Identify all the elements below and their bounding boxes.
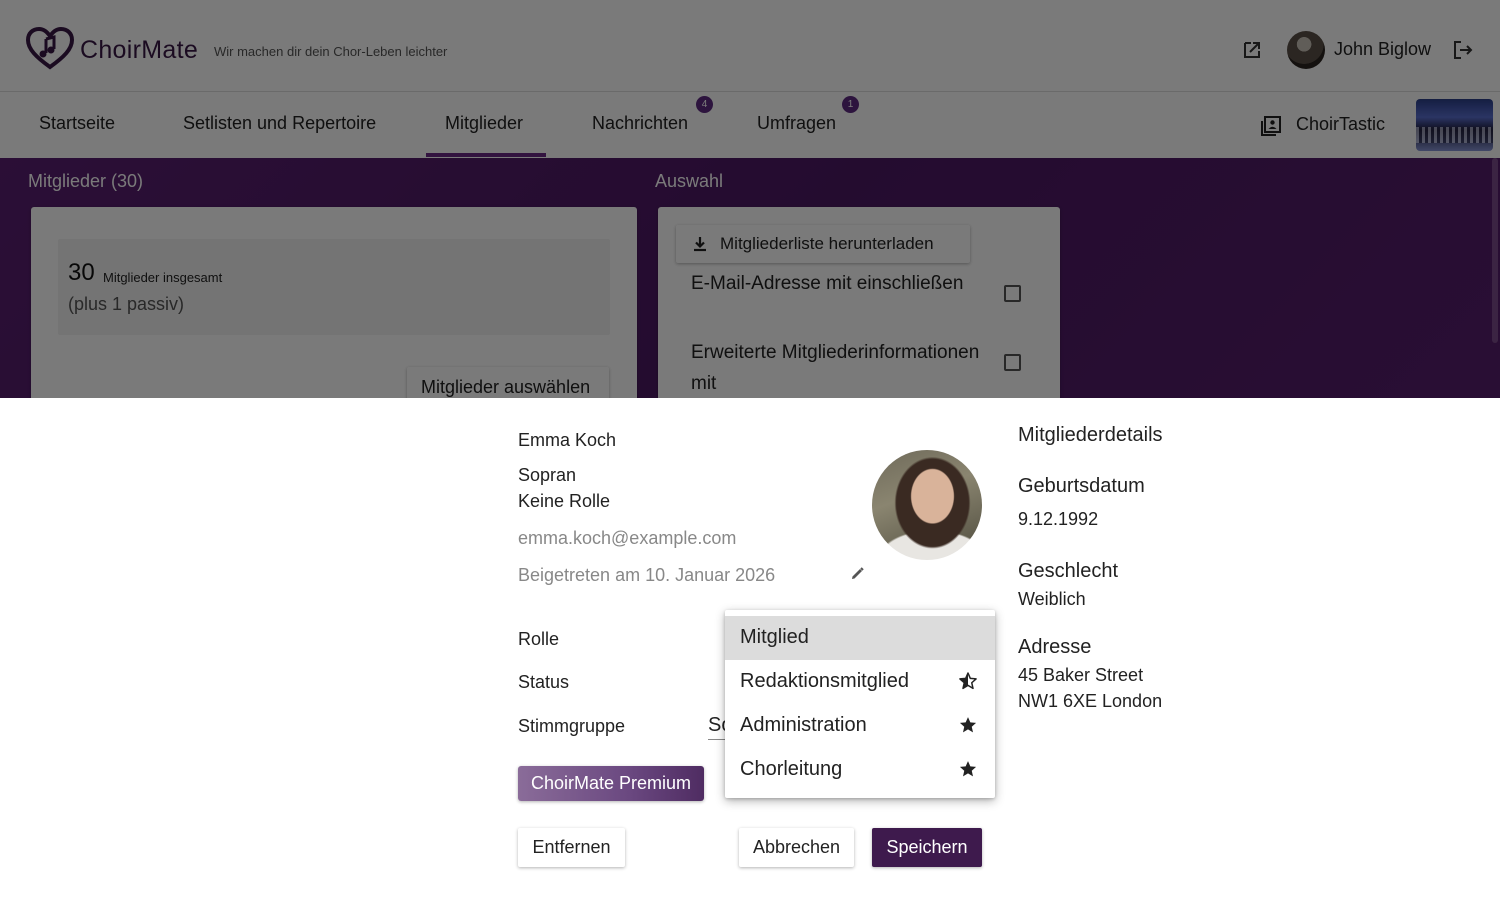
member-role-text: Keine Rolle xyxy=(518,491,611,511)
members-passive-note: (plus 1 passiv) xyxy=(68,294,185,314)
role-option-administration[interactable]: Administration xyxy=(725,704,995,748)
remove-member-button[interactable]: Entfernen xyxy=(518,828,625,867)
role-option-label: Administration xyxy=(740,714,867,736)
choir-image[interactable] xyxy=(1416,99,1493,151)
main-nav: Startseite Setlisten und Repertoire Mitg… xyxy=(0,93,1500,158)
role-option-label: Chorleitung xyxy=(740,758,843,780)
user-avatar[interactable] xyxy=(1287,31,1325,69)
nav-tab-umfragen[interactable]: Umfragen xyxy=(757,113,836,134)
choirmate-premium-button[interactable]: ChoirMate Premium xyxy=(518,766,704,801)
include-email-label: E-Mail-Adresse mit einschließen xyxy=(691,273,964,294)
birthdate-value: 9.12.1992 xyxy=(1018,509,1099,529)
address-line1: 45 Baker Street xyxy=(1018,665,1144,685)
role-option-redaktionsmitglied[interactable]: Redaktionsmitglied xyxy=(725,660,995,704)
address-label: Adresse xyxy=(1018,636,1092,658)
members-section-title: Mitglieder (30) xyxy=(28,171,144,191)
logout-icon[interactable] xyxy=(1451,38,1475,62)
member-name: Emma Koch xyxy=(518,430,617,450)
member-edit-dialog: Emma Koch Sopran Keine Rolle emma.koch@e… xyxy=(0,398,1500,909)
member-voice: Sopran xyxy=(518,465,577,485)
members-page-content: Mitglieder (30) Auswahl 30 Mitglieder in… xyxy=(0,158,1500,398)
nachrichten-badge: 4 xyxy=(696,96,713,113)
members-total-count: 30 xyxy=(68,259,95,286)
tagline: Wir machen dir dein Chor-Leben leichter xyxy=(214,44,448,59)
member-email: emma.koch@example.com xyxy=(518,528,737,548)
umfragen-badge: 1 xyxy=(842,96,859,113)
role-option-mitglied[interactable]: Mitglied xyxy=(725,616,995,660)
select-members-button[interactable]: Mitglieder auswählen xyxy=(407,367,609,398)
birthdate-label: Geburtsdatum xyxy=(1018,475,1145,497)
include-extended-info-label: Erweiterte Mitgliederinformationen mit xyxy=(691,342,980,394)
role-option-label: Redaktionsmitglied xyxy=(740,670,909,692)
download-icon xyxy=(694,237,706,252)
include-extended-info-checkbox[interactable] xyxy=(1004,354,1021,371)
nav-tab-mitglieder[interactable]: Mitglieder xyxy=(445,113,523,134)
active-tab-indicator xyxy=(426,153,546,157)
nav-tab-nachrichten[interactable]: Nachrichten xyxy=(592,113,688,134)
nav-tab-startseite[interactable]: Startseite xyxy=(39,113,115,134)
selection-card: Mitgliederliste herunterladen E-Mail-Adr… xyxy=(658,207,1060,398)
members-total-label: Mitglieder insgesamt xyxy=(103,270,223,285)
member-details-title: Mitgliederdetails xyxy=(1018,424,1163,446)
voice-group-select[interactable]: Sopran xyxy=(708,714,726,737)
role-field-label: Rolle xyxy=(518,629,560,649)
star-icon xyxy=(959,761,977,777)
include-email-checkbox[interactable] xyxy=(1004,285,1021,302)
download-button-label: Mitgliederliste herunterladen xyxy=(720,234,934,253)
brand-name[interactable]: ChoirMate xyxy=(80,36,198,65)
choir-library-icon[interactable] xyxy=(1260,115,1282,137)
members-card: 30 Mitglieder insgesamt (plus 1 passiv) … xyxy=(31,207,637,398)
star-half-icon xyxy=(959,672,977,690)
nav-tab-setlisten[interactable]: Setlisten und Repertoire xyxy=(183,113,376,134)
gender-value: Weiblich xyxy=(1018,589,1086,609)
member-joined-date: Beigetreten am 10. Januar 2026 xyxy=(518,565,776,585)
edit-joined-date-icon[interactable] xyxy=(850,566,865,581)
user-name[interactable]: John Biglow xyxy=(1334,39,1431,60)
cancel-button[interactable]: Abbrechen xyxy=(739,828,854,867)
role-option-label: Mitglied xyxy=(740,626,809,648)
role-dropdown-menu: Mitglied Redaktionsmitglied Administrati… xyxy=(725,610,995,798)
member-photo xyxy=(872,450,982,560)
voice-group-field-label: Stimmgruppe xyxy=(518,716,626,736)
choirmate-logo-icon[interactable] xyxy=(26,27,74,71)
page-scrollbar[interactable] xyxy=(1492,158,1498,343)
members-stats-box: 30 Mitglieder insgesamt (plus 1 passiv) xyxy=(58,239,610,335)
open-external-icon[interactable] xyxy=(1240,38,1264,62)
role-option-chorleitung[interactable]: Chorleitung xyxy=(725,748,995,792)
address-line2: NW1 6XE London xyxy=(1018,691,1163,711)
status-field-label: Status xyxy=(518,672,570,692)
choir-name[interactable]: ChoirTastic xyxy=(1296,114,1385,135)
selection-section-title: Auswahl xyxy=(655,171,724,191)
voice-group-underline xyxy=(708,739,726,740)
gender-label: Geschlecht xyxy=(1018,560,1119,582)
download-member-list-button[interactable]: Mitgliederliste herunterladen xyxy=(676,225,970,263)
star-icon xyxy=(959,717,977,733)
app-header: ChoirMate Wir machen dir dein Chor-Leben… xyxy=(0,0,1500,92)
save-button[interactable]: Speichern xyxy=(872,828,982,867)
